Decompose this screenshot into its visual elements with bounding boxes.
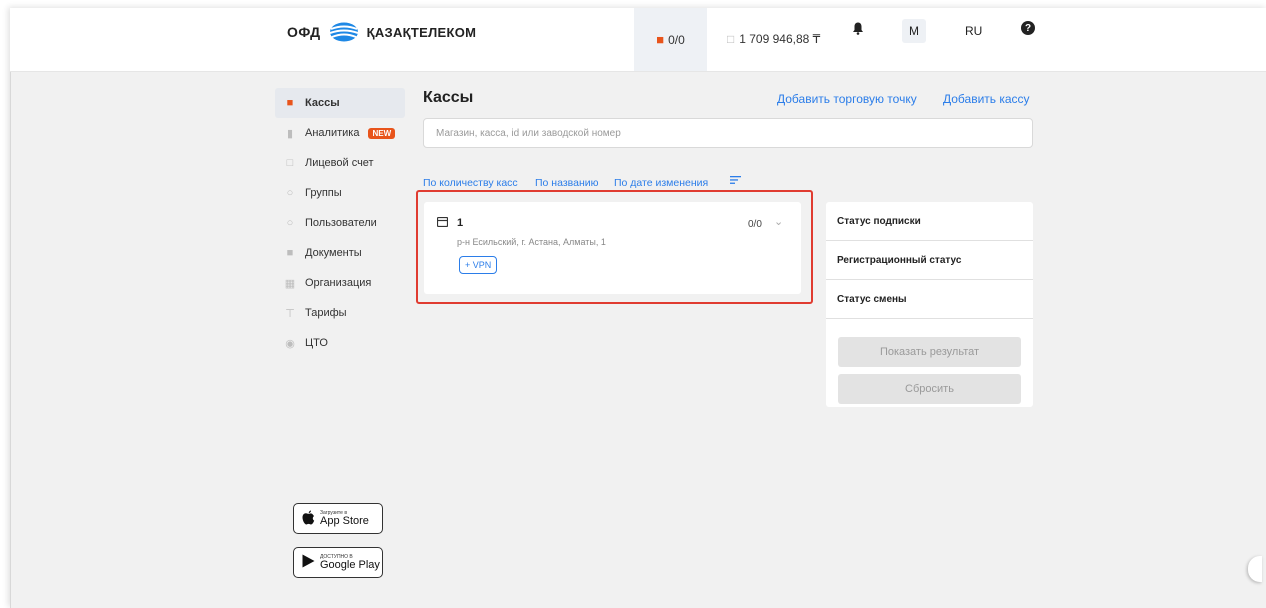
groups-icon: ○ [286, 187, 294, 199]
sidebar-item-tariffs[interactable]: ⊤ Тарифы [275, 298, 405, 328]
sidebar-item-label: Пользователи [305, 217, 377, 229]
cash-register-icon: ■ [656, 32, 665, 47]
store-icon [436, 216, 449, 230]
sidebar-item-label: Группы [305, 187, 342, 199]
sort-by-date[interactable]: По дате изменения [614, 177, 708, 189]
sidebar-item-cto[interactable]: ◉ ЦТО [275, 328, 405, 358]
kassa-counter-tab[interactable]: ■ 0/0 [634, 8, 707, 71]
chart-icon: ▮ [286, 127, 294, 140]
add-trade-point-link[interactable]: Добавить торговую точку [777, 92, 917, 106]
add-kassa-link[interactable]: Добавить кассу [943, 92, 1030, 106]
sidebar-item-label: Аналитика [305, 127, 360, 139]
sidebar-item-documents[interactable]: ■ Документы [275, 238, 405, 268]
sidebar-item-label: Организация [305, 277, 372, 289]
sidebar-item-account[interactable]: □ Лицевой счет [275, 148, 405, 178]
account-icon: □ [286, 157, 294, 169]
page-title: Кассы [423, 89, 474, 106]
google-play-button[interactable]: ДОСТУПНО В Google Play [293, 547, 383, 578]
balance[interactable]: □ 1 709 946,88 ₸ [727, 32, 820, 46]
sidebar-item-groups[interactable]: ○ Группы [275, 178, 405, 208]
wallet-icon: □ [727, 32, 735, 46]
filter-registration-status[interactable]: Регистрационный статус [826, 241, 1033, 280]
show-result-button[interactable]: Показать результат [838, 337, 1021, 367]
building-icon: ▦ [284, 277, 296, 290]
balance-value: 1 709 946,88 ₸ [739, 32, 821, 46]
tariff-icon: ⊤ [285, 307, 295, 320]
sort-by-name[interactable]: По названию [535, 177, 598, 189]
google-play-label: ДОСТУПНО В Google Play [320, 553, 380, 571]
app-store-label: Загрузите в App Store [320, 509, 369, 527]
sidebar-item-label: ЦТО [305, 337, 328, 349]
avatar[interactable]: М [902, 19, 926, 43]
sort-order-icon[interactable] [730, 176, 741, 187]
sidebar-item-users[interactable]: ○ Пользователи [275, 208, 405, 238]
google-play-icon [302, 554, 315, 571]
logo[interactable]: ОФД ҚАЗАҚТЕЛЕКОМ [287, 22, 476, 42]
sidebar-item-analytics[interactable]: ▮ Аналитика NEW [275, 118, 405, 148]
vpn-button[interactable]: + VPN [459, 256, 498, 274]
user-icon: ○ [286, 217, 294, 229]
kazakhtelecom-logo-icon [329, 22, 358, 42]
new-badge: NEW [368, 127, 396, 139]
apple-icon [302, 510, 315, 528]
sidebar-item-label: Документы [305, 247, 362, 259]
service-icon: ◉ [285, 337, 295, 350]
sidebar-item-organization[interactable]: ▦ Организация [275, 268, 405, 298]
filter-subscription-status[interactable]: Статус подписки [826, 202, 1033, 241]
kassa-count: 0/0 [748, 219, 762, 230]
filter-panel: Статус подписки Регистрационный статус С… [826, 202, 1033, 407]
sidebar: ■ Кассы ▮ Аналитика NEW □ Лицевой счет ○… [275, 88, 405, 358]
trade-point-card[interactable]: 1 0/0 ⌄ р-н Есильский, г. Астана, Алматы… [424, 202, 801, 294]
logo-text-kazakhtelecom: ҚАЗАҚТЕЛЕКОМ [366, 24, 477, 40]
search-input[interactable] [423, 118, 1033, 148]
sidebar-item-label: Кассы [305, 97, 340, 109]
help-icon[interactable]: ? [1021, 21, 1035, 35]
sidebar-item-label: Тарифы [305, 307, 347, 319]
trade-point-address: р-н Есильский, г. Астана, Алматы, 1 [457, 237, 606, 247]
cash-register-icon: ■ [286, 97, 294, 109]
bell-icon[interactable] [852, 22, 864, 38]
language-switch[interactable]: RU [965, 24, 982, 38]
chevron-down-icon[interactable]: ⌄ [774, 215, 783, 228]
sidebar-item-kassy[interactable]: ■ Кассы [275, 88, 405, 118]
top-bar: ОФД ҚАЗАҚТЕЛЕКОМ ■ 0/0 □ 1 709 946,88 ₸ … [10, 8, 1266, 72]
logo-text-ofd: ОФД [287, 24, 321, 40]
trade-point-name: 1 [457, 217, 464, 229]
app-window [10, 8, 1266, 608]
reset-button[interactable]: Сбросить [838, 374, 1021, 404]
filter-shift-status[interactable]: Статус смены [826, 280, 1033, 319]
sort-by-kassa-count[interactable]: По количеству касс [423, 177, 518, 189]
app-store-button[interactable]: Загрузите в App Store [293, 503, 383, 534]
sidebar-item-label: Лицевой счет [305, 157, 374, 169]
document-icon: ■ [286, 247, 294, 259]
kassa-counter-value: 0/0 [668, 32, 685, 47]
